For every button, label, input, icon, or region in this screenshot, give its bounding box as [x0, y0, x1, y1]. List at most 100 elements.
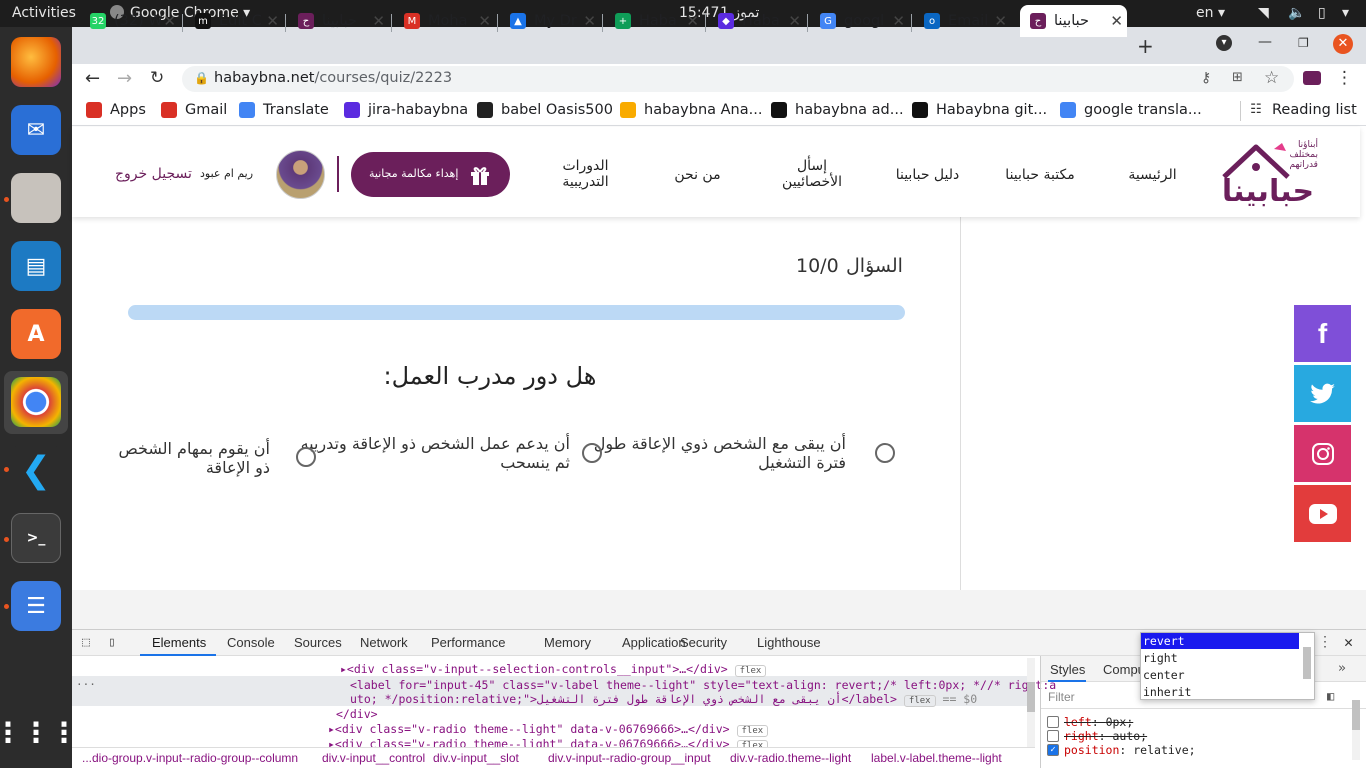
property-checkbox[interactable] [1047, 730, 1059, 742]
forward-icon[interactable]: → [117, 68, 132, 89]
autocomplete-option-inherit[interactable]: inherit [1141, 684, 1299, 700]
styles-scrollbar[interactable] [1352, 700, 1360, 760]
wifi-icon[interactable]: ◥ [1258, 5, 1269, 21]
chrome-menu-icon[interactable]: ⋮ [1336, 68, 1353, 88]
vscode-icon[interactable]: ❮ [11, 445, 61, 495]
show-apps-icon[interactable]: ⋮⋮⋮ [0, 707, 78, 757]
code-line-1[interactable]: ▸<div class="v-input--selection-controls… [340, 662, 767, 677]
extension-icon[interactable] [1303, 71, 1321, 85]
new-tab-button[interactable]: + [1137, 34, 1154, 58]
key-icon[interactable]: ⚷ [1201, 70, 1211, 86]
autocomplete-option-revert[interactable]: revert [1141, 633, 1299, 649]
tab-4[interactable]: M Moha ✕ [398, 5, 495, 37]
option-2-radio[interactable] [582, 443, 602, 463]
instagram-button[interactable] [1294, 425, 1351, 482]
bookmark-1[interactable]: Apps [86, 102, 146, 118]
back-icon[interactable]: ← [85, 68, 100, 89]
autocomplete-option-right[interactable]: right [1141, 650, 1299, 666]
reload-icon[interactable]: ↻ [150, 68, 164, 88]
nav-library[interactable]: مكتبة حبابينا [995, 167, 1085, 183]
tab-3[interactable]: ح حبابينا ✕ [292, 5, 389, 37]
software-icon[interactable]: A [11, 309, 61, 359]
activities-button[interactable]: Activities [12, 5, 76, 21]
styles-filter[interactable]: Filter [1048, 690, 1075, 704]
option-1-label[interactable]: أن يبقى مع الشخص ذوي الإعاقة طول فترة الت… [590, 434, 846, 472]
breadcrumb-item[interactable]: label.v-label.theme--light [871, 751, 1002, 765]
bookmark-3[interactable]: Translate [239, 102, 329, 118]
code-line-4[interactable]: </div> [336, 707, 378, 721]
tab-close-icon[interactable]: ✕ [686, 12, 699, 30]
style-property[interactable]: left: 0px; [1064, 715, 1133, 729]
close-window-button[interactable]: ✕ [1333, 34, 1353, 54]
nav-ask-specialists[interactable]: إسأل الأخصائيين [772, 158, 852, 190]
bookmark-6[interactable]: habaybna Ana... [620, 102, 762, 118]
tab-10[interactable]: ح حبابينا ✕ [1020, 5, 1127, 37]
property-checkbox[interactable] [1047, 716, 1059, 728]
minimize-button[interactable]: — [1258, 34, 1272, 50]
option-2-label[interactable]: أن يدعم عمل الشخص ذو الإعاقة وتدريبه ثم ي… [300, 434, 570, 472]
property-checkbox[interactable]: ✓ [1047, 744, 1059, 756]
devtools-tab-lighthouse[interactable]: Lighthouse [757, 635, 821, 650]
volume-icon[interactable]: 🔈 [1288, 5, 1305, 21]
bookmark-4[interactable]: jira-habaybna [344, 102, 468, 118]
reading-list-button[interactable]: ☷ Reading list [1248, 102, 1357, 118]
elements-scrollbar[interactable] [1027, 658, 1035, 748]
bookmark-8[interactable]: Habaybna git... [912, 102, 1047, 118]
device-toggle-icon[interactable]: ▯ [108, 635, 116, 650]
files-icon[interactable] [11, 173, 61, 223]
devtools-tab-security[interactable]: Security [680, 635, 727, 650]
tab-search-icon[interactable]: ▾ [1216, 35, 1232, 51]
devtools-tab-performance[interactable]: Performance [431, 635, 505, 650]
lock-icon[interactable]: 🔒 [194, 71, 209, 85]
devtools-menu-icon[interactable]: ⋮ [1318, 634, 1332, 650]
devtools-close-icon[interactable]: ✕ [1344, 633, 1353, 651]
logout-link[interactable]: تسجيل خروج [115, 166, 192, 182]
chrome-dock-icon[interactable] [11, 377, 61, 427]
devtools-tab-console[interactable]: Console [227, 635, 275, 650]
style-property[interactable]: right: auto; [1064, 729, 1147, 743]
bookmark-star-icon[interactable]: ☆ [1264, 68, 1279, 88]
tab-6[interactable]: + Haba ✕ [609, 5, 703, 37]
styles-tab[interactable]: Styles [1050, 662, 1085, 677]
tab-close-icon[interactable]: ✕ [788, 12, 801, 30]
sidebar-toggle-icon[interactable]: ◧ [1327, 689, 1334, 703]
tab-close-icon[interactable]: ✕ [163, 12, 176, 30]
bookmark-5[interactable]: babel Oasis500 [477, 102, 613, 118]
bookmark-2[interactable]: Gmail [161, 102, 227, 118]
tab-close-icon[interactable]: ✕ [892, 12, 905, 30]
inspect-icon[interactable]: ⬚ [82, 635, 90, 650]
option-3-label[interactable]: أن يقوم بمهام الشخص ذو الإعاقة [110, 439, 270, 477]
site-logo[interactable]: أبناؤنا بمختلف قدراتهم حبابينا [1214, 137, 1322, 211]
autocomplete-option-center[interactable]: center [1141, 667, 1299, 683]
breadcrumb-item[interactable]: div.v-input__slot [433, 751, 519, 765]
tab-close-icon[interactable]: ✕ [1110, 12, 1123, 30]
nav-about[interactable]: من نحن [660, 167, 735, 183]
devtools-tab-sources[interactable]: Sources [294, 635, 342, 650]
terminal-icon[interactable]: >_ [11, 513, 61, 563]
tab-close-icon[interactable]: ✕ [372, 12, 385, 30]
gift-call-button[interactable]: إهداء مكالمة مجانية [351, 152, 510, 197]
system-menu-icon[interactable]: ▾ [1342, 5, 1349, 21]
option-3-radio[interactable] [296, 447, 316, 467]
tab-close-icon[interactable]: ✕ [478, 12, 491, 30]
nav-guide[interactable]: دليل حبابينا [885, 167, 970, 183]
facebook-button[interactable]: f [1294, 305, 1351, 362]
thunderbird-icon[interactable]: ✉ [11, 105, 61, 155]
url-text[interactable]: habaybna.net/courses/quiz/2223 [214, 70, 452, 86]
breadcrumb-item[interactable]: div.v-radio.theme--light [730, 751, 851, 765]
user-name[interactable]: ريم ام عبود [200, 167, 253, 180]
tab-8[interactable]: Ggoogl ✕ [814, 5, 909, 37]
translate-icon[interactable]: ⊞ [1232, 70, 1243, 85]
breadcrumb-item[interactable]: ...dio-group.v-input--radio-group--colum… [82, 751, 298, 765]
breadcrumb-item[interactable]: div.v-input--radio-group__input [548, 751, 711, 765]
computed-tab[interactable]: Compu [1103, 662, 1145, 677]
tab-2[interactable]: m Edit C ✕ [189, 5, 283, 37]
tab-9[interactable]: o Email ✕ [918, 5, 1011, 37]
user-avatar[interactable] [276, 150, 325, 199]
restore-button[interactable]: ❐ [1298, 36, 1309, 50]
tab-5[interactable]: ▲ My Dr ✕ [504, 5, 600, 37]
devtools-tab-elements[interactable]: Elements [152, 635, 206, 650]
tab-close-icon[interactable]: ✕ [994, 12, 1007, 30]
nav-home[interactable]: الرئيسية [1110, 167, 1195, 183]
option-1-radio[interactable] [875, 443, 895, 463]
